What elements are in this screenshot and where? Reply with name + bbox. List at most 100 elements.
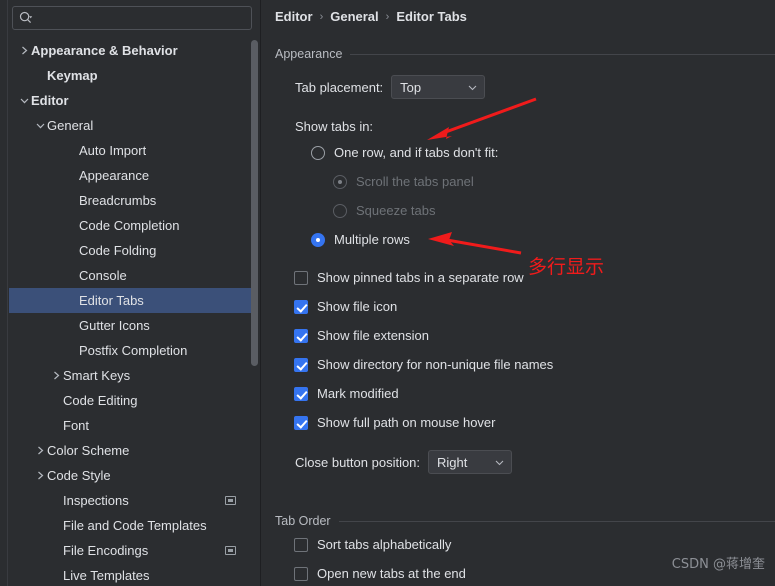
sidebar-item-file-and-code-templates[interactable]: File and Code Templates [9, 513, 252, 538]
sidebar-item-smart-keys[interactable]: Smart Keys [9, 363, 252, 388]
sidebar-item-gutter-icons[interactable]: Gutter Icons [9, 313, 252, 338]
checkbox-show-pinned-tabs-in-a-separate-row[interactable]: Show pinned tabs in a separate row [294, 270, 524, 285]
checkbox-show-file-icon[interactable]: Show file icon [294, 299, 397, 314]
radio-indicator [333, 203, 347, 218]
sidebar-item-label: Font [63, 418, 90, 433]
settings-dialog: Appearance & Behavior Keymap Editor General… [0, 0, 775, 586]
sidebar-item-label: Color Scheme [47, 443, 130, 458]
sidebar-item-keymap[interactable]: Keymap [9, 63, 252, 88]
sidebar-item-general[interactable]: General [9, 113, 252, 138]
show-tabs-in-row: Show tabs in: [295, 119, 373, 134]
settings-content-panel: Editor › General › Editor Tabs Appearance Ta… [261, 0, 775, 586]
sidebar-item-label: Code Folding [79, 243, 157, 258]
chevron-right-icon[interactable] [17, 45, 31, 56]
checkbox-label: Mark modified [317, 386, 399, 401]
radio-indicator [333, 174, 347, 189]
sidebar-item-label: Appearance [79, 168, 150, 183]
radio-label: Squeeze tabs [356, 203, 436, 218]
checkbox-indicator[interactable] [294, 357, 308, 372]
sidebar-item-label: Console [79, 268, 127, 283]
checkbox-label: Sort tabs alphabetically [317, 537, 452, 552]
sidebar-item-label: Code Completion [79, 218, 180, 233]
radio-one-row-and-if-tabs-don-t-fit[interactable]: One row, and if tabs don't fit: [311, 145, 498, 160]
checkbox-label: Show full path on mouse hover [317, 415, 496, 430]
checkbox-indicator[interactable] [294, 299, 308, 314]
checkbox-show-directory-for-non-unique-file-names[interactable]: Show directory for non-unique file names [294, 357, 553, 372]
checkbox-open-new-tabs-at-the-end[interactable]: Open new tabs at the end [294, 566, 466, 581]
section-divider [338, 520, 775, 522]
section-title: Appearance [275, 47, 343, 61]
checkbox-indicator[interactable] [294, 415, 308, 430]
sidebar-item-label: Gutter Icons [79, 318, 150, 333]
sidebar-item-code-folding[interactable]: Code Folding [9, 238, 252, 263]
search-box[interactable] [12, 6, 252, 30]
breadcrumb: Editor › General › Editor Tabs [275, 9, 467, 24]
checkbox-mark-modified[interactable]: Mark modified [294, 386, 399, 401]
sidebar-scrollbar[interactable] [251, 40, 258, 366]
chevron-down-icon[interactable] [33, 121, 47, 130]
sidebar-item-console[interactable]: Console [9, 263, 252, 288]
chevron-down-icon[interactable] [17, 96, 31, 105]
sidebar-item-live-templates[interactable]: Live Templates [9, 563, 252, 586]
sidebar-item-label: Keymap [47, 68, 98, 83]
sidebar-item-code-editing[interactable]: Code Editing [9, 388, 252, 413]
sidebar-item-label: Code Editing [63, 393, 138, 408]
settings-sidebar: Appearance & Behavior Keymap Editor General… [0, 0, 261, 586]
sidebar-item-color-scheme[interactable]: Color Scheme [9, 438, 252, 463]
sidebar-item-editor[interactable]: Editor [9, 88, 252, 113]
breadcrumb-item-editor[interactable]: Editor [275, 9, 313, 24]
chevron-right-icon[interactable] [33, 445, 47, 456]
sidebar-item-auto-import[interactable]: Auto Import [9, 138, 252, 163]
checkbox-show-full-path-on-mouse-hover[interactable]: Show full path on mouse hover [294, 415, 496, 430]
radio-multiple-rows[interactable]: Multiple rows [311, 232, 410, 247]
sidebar-item-label: Live Templates [63, 568, 150, 583]
breadcrumb-item-general[interactable]: General [330, 9, 378, 24]
radio-indicator[interactable] [311, 232, 325, 247]
sidebar-item-postfix-completion[interactable]: Postfix Completion [9, 338, 252, 363]
checkbox-indicator[interactable] [294, 386, 308, 401]
checkbox-show-file-extension[interactable]: Show file extension [294, 328, 429, 343]
sidebar-item-label: Editor Tabs [79, 293, 144, 308]
search-input[interactable] [33, 7, 251, 29]
tab-placement-dropdown[interactable]: Top [391, 75, 486, 99]
project-scope-icon [225, 496, 236, 505]
chevron-right-icon[interactable] [49, 370, 63, 381]
sidebar-item-appearance-behavior[interactable]: Appearance & Behavior [9, 38, 252, 63]
checkbox-indicator[interactable] [294, 270, 308, 285]
radio-indicator[interactable] [311, 145, 325, 160]
checkbox-label: Show file extension [317, 328, 430, 343]
sidebar-item-label: Smart Keys [63, 368, 131, 383]
sidebar-item-inspections[interactable]: Inspections [9, 488, 252, 513]
section-header-appearance: Appearance [275, 47, 775, 61]
sidebar-item-editor-tabs[interactable]: Editor Tabs [9, 288, 252, 313]
search-icon [19, 11, 33, 25]
sidebar-item-code-style[interactable]: Code Style [9, 463, 252, 488]
show-tabs-in-label: Show tabs in: [295, 119, 374, 134]
section-header-tab-order: Tab Order [275, 514, 775, 528]
checkbox-sort-tabs-alphabetically[interactable]: Sort tabs alphabetically [294, 537, 451, 552]
checkbox-indicator[interactable] [294, 537, 308, 552]
tab-placement-row: Tab placement: Top [295, 75, 486, 99]
breadcrumb-separator: › [319, 10, 324, 23]
sidebar-item-code-completion[interactable]: Code Completion [9, 213, 252, 238]
sidebar-item-file-encodings[interactable]: File Encodings [9, 538, 252, 563]
section-title: Tab Order [275, 514, 331, 528]
radio-squeeze-tabs: Squeeze tabs [333, 203, 436, 218]
sidebar-item-label: File Encodings [63, 543, 149, 558]
chevron-down-icon [467, 82, 478, 93]
close-button-position-row: Close button position: Right [295, 450, 513, 474]
sidebar-item-breadcrumbs[interactable]: Breadcrumbs [9, 188, 252, 213]
sidebar-item-label: Breadcrumbs [79, 193, 157, 208]
sidebar-item-label: Code Style [47, 468, 111, 483]
sidebar-item-label: Postfix Completion [79, 343, 188, 358]
checkbox-indicator[interactable] [294, 328, 308, 343]
close-button-position-dropdown[interactable]: Right [428, 450, 513, 474]
sidebar-item-label: Inspections [63, 493, 129, 508]
settings-tree[interactable]: Appearance & Behavior Keymap Editor General… [9, 38, 252, 586]
section-divider [350, 53, 775, 55]
checkbox-label: Show pinned tabs in a separate row [317, 270, 524, 285]
sidebar-item-appearance[interactable]: Appearance [9, 163, 252, 188]
sidebar-item-font[interactable]: Font [9, 413, 252, 438]
chevron-right-icon[interactable] [33, 470, 47, 481]
checkbox-indicator[interactable] [294, 566, 308, 581]
